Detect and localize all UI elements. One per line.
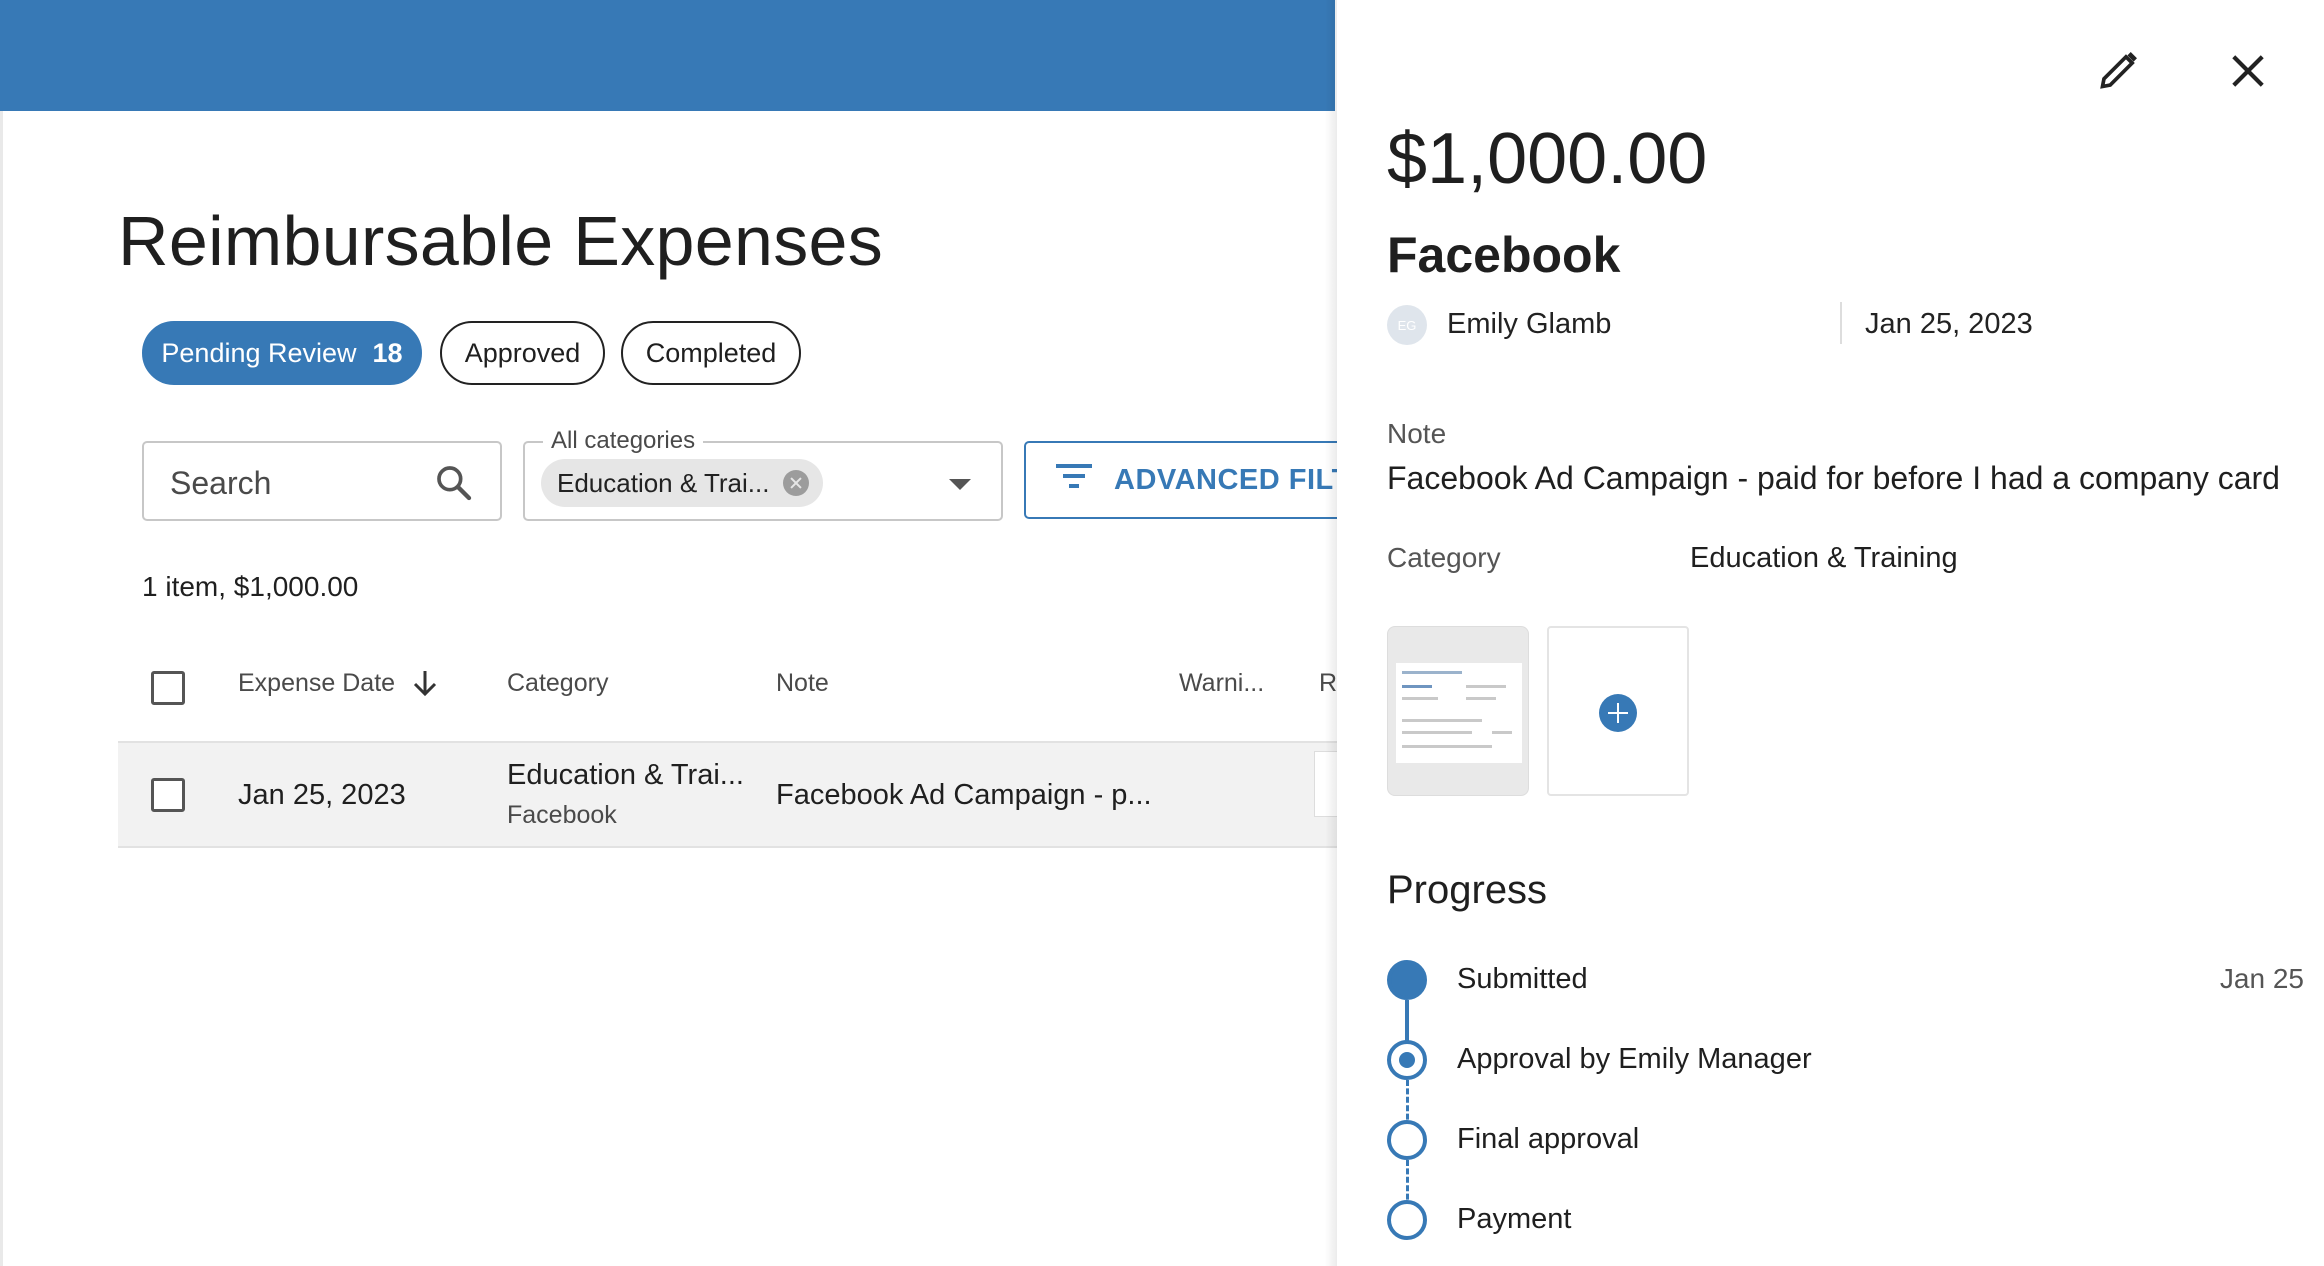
row-checkbox[interactable] bbox=[151, 778, 185, 812]
expense-amount: $1,000.00 bbox=[1387, 119, 1708, 199]
tab-completed[interactable]: Completed bbox=[621, 321, 801, 385]
chip-remove-icon[interactable] bbox=[783, 470, 810, 496]
category-chip[interactable]: Education & Trai... bbox=[541, 459, 824, 507]
note-label: Note bbox=[1387, 418, 1447, 449]
column-header-category[interactable]: Category bbox=[507, 669, 608, 698]
avatar: EG bbox=[1387, 305, 1427, 345]
search-input[interactable]: Search bbox=[142, 441, 502, 521]
step-label: Payment bbox=[1457, 1203, 1572, 1235]
tab-label: Completed bbox=[645, 337, 777, 368]
main-content: Reimbursable Expenses Pending Review 18 … bbox=[0, 111, 1364, 1266]
filter-icon bbox=[1056, 462, 1092, 498]
category-filter-select[interactable]: All categories Education & Trai... bbox=[523, 427, 1003, 521]
divider bbox=[1840, 302, 1842, 344]
expense-vendor: Facebook bbox=[1387, 227, 1621, 283]
step-date: Jan 25 bbox=[2219, 963, 2304, 994]
tab-label: Approved bbox=[464, 337, 581, 368]
search-placeholder: Search bbox=[170, 465, 272, 501]
column-header-expense-date[interactable]: Expense Date bbox=[238, 669, 438, 698]
submitter-name: Emily Glamb bbox=[1447, 308, 1612, 340]
category-value: Education & Training bbox=[1690, 542, 1958, 574]
tab-pending-review[interactable]: Pending Review 18 bbox=[142, 321, 422, 385]
drawer-shadow bbox=[1325, 0, 1337, 1266]
advanced-filter-button[interactable]: ADVANCED FILT bbox=[1024, 441, 1364, 519]
pencil-icon[interactable] bbox=[2097, 48, 2141, 97]
tab-approved[interactable]: Approved bbox=[440, 321, 605, 385]
plus-icon bbox=[1599, 694, 1637, 732]
category-chip-label: Education & Trai... bbox=[557, 467, 770, 498]
row-category: Education & Trai... bbox=[507, 759, 744, 791]
step-label: Final approval bbox=[1457, 1123, 1640, 1155]
receipt-preview bbox=[1396, 663, 1522, 763]
expense-date: Jan 25, 2023 bbox=[1865, 308, 2033, 340]
search-icon[interactable] bbox=[434, 463, 474, 508]
receipt-thumbnail[interactable] bbox=[1387, 626, 1529, 796]
column-header-label: Expense Date bbox=[238, 669, 396, 697]
add-receipt-button[interactable] bbox=[1547, 626, 1689, 796]
row-vendor: Facebook bbox=[507, 801, 617, 829]
step-indicator-pending bbox=[1387, 1200, 1427, 1240]
category-label: Category bbox=[1387, 542, 1501, 573]
expense-detail-drawer: $1,000.00 Facebook EG Emily Glamb Jan 25… bbox=[1337, 0, 2324, 1266]
category-filter-legend: All categories bbox=[543, 427, 704, 455]
chevron-down-icon[interactable] bbox=[949, 479, 971, 490]
table-row[interactable]: Jan 25, 2023 Education & Trai... Faceboo… bbox=[118, 741, 1344, 848]
step-indicator-pending bbox=[1387, 1120, 1427, 1160]
row-expense-date: Jan 25, 2023 bbox=[238, 779, 406, 811]
arrow-down-icon bbox=[413, 671, 437, 697]
page-title: Reimbursable Expenses bbox=[118, 202, 884, 280]
tab-label: Pending Review bbox=[161, 337, 357, 368]
progress-title: Progress bbox=[1387, 868, 1548, 912]
step-label: Submitted bbox=[1457, 963, 1588, 995]
step-label: Approval by Emily Manager bbox=[1457, 1043, 1812, 1075]
column-header-note[interactable]: Note bbox=[776, 669, 829, 698]
step-indicator-current bbox=[1387, 1040, 1427, 1080]
step-indicator-done bbox=[1387, 960, 1427, 1000]
row-note: Facebook Ad Campaign - p... bbox=[776, 779, 1152, 811]
note-value: Facebook Ad Campaign - paid for before I… bbox=[1387, 460, 2280, 496]
select-all-checkbox[interactable] bbox=[151, 671, 185, 705]
results-summary: 1 item, $1,000.00 bbox=[142, 571, 359, 602]
column-header-warnings[interactable]: Warni... bbox=[1179, 669, 1264, 698]
tab-count-badge: 18 bbox=[372, 337, 403, 368]
app-header-bar bbox=[0, 0, 1335, 111]
close-icon[interactable] bbox=[2229, 52, 2267, 95]
advanced-filter-label: ADVANCED FILT bbox=[1114, 463, 1350, 496]
